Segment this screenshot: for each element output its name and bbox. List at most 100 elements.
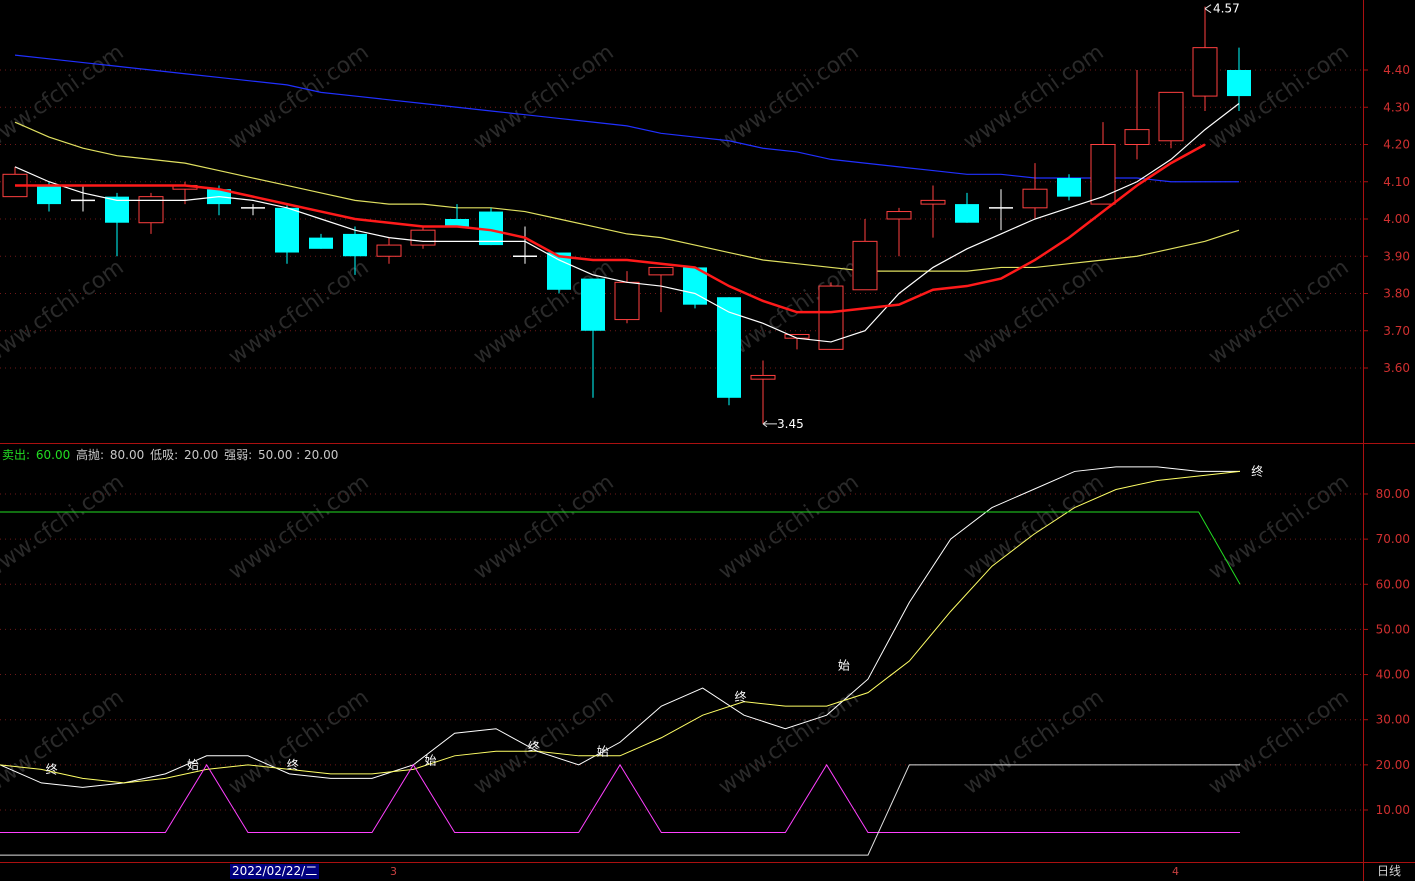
low-buy-label: 低吸: (150, 448, 182, 462)
candle-body (648, 266, 674, 276)
watermark-text: www.cfchi.com (959, 255, 1108, 370)
signal-marker: 终 (528, 739, 540, 754)
candle (1192, 6, 1218, 111)
indicator-tick-label: 50.00 (1376, 622, 1410, 636)
watermark-text: www.cfchi.com (224, 40, 373, 155)
candle-body (309, 237, 333, 249)
stock-chart[interactable]: 4.40 4.30 4.20 4.10 4.00 3.90 3.80 3.70 3.60 80.0… (0, 0, 1415, 881)
candle-body (37, 185, 61, 205)
high-price-label: 4.57 (1213, 2, 1240, 16)
candle-body (343, 233, 367, 257)
watermark-text: www.cfchi.com (0, 40, 129, 155)
candle-body (614, 281, 640, 321)
watermark-text: www.cfchi.com (0, 685, 129, 800)
signal-marker: 终 (46, 761, 58, 776)
price-tick-label: 4.20 (1383, 138, 1410, 152)
candle (1090, 122, 1116, 205)
candle (920, 185, 946, 238)
watermark-text: www.cfchi.com (0, 470, 129, 585)
candle (989, 189, 1013, 231)
period-label[interactable]: 日线 (1377, 864, 1401, 879)
price-tick-label: 4.30 (1383, 100, 1410, 114)
candle (513, 226, 537, 264)
watermark-text: www.cfchi.com (469, 40, 618, 155)
watermark-text: www.cfchi.com (469, 470, 618, 585)
sell-value: 60.00 (35, 448, 71, 462)
signal-marker: 始 (597, 744, 609, 758)
sell-label: 卖出: (2, 448, 34, 462)
indicator-tick-label: 80.00 (1376, 487, 1410, 501)
candle (479, 207, 503, 246)
price-tick-label: 3.70 (1383, 324, 1410, 338)
candle (614, 271, 640, 324)
candle (717, 297, 741, 406)
strength-label: 强弱: (224, 448, 256, 462)
candle-body (852, 240, 878, 291)
candle-body (818, 285, 844, 350)
cursor-date: 2022/02/22/二 (230, 864, 320, 879)
candle-body (1192, 47, 1218, 97)
month-label-4: 4 (1172, 865, 1179, 878)
watermark-text: www.cfchi.com (959, 40, 1108, 155)
watermark-text: www.cfchi.com (959, 685, 1108, 800)
candle (138, 192, 164, 234)
candle (581, 278, 605, 398)
watermark-text: www.cfchi.com (224, 470, 373, 585)
price-tick-label: 3.80 (1383, 287, 1410, 301)
candle (71, 185, 95, 212)
candle-body (955, 204, 979, 223)
indicator-tick-label: 40.00 (1376, 668, 1410, 682)
strength-value: 50.00 : 20.00 (258, 448, 339, 462)
watermark-text: www.cfchi.com (714, 40, 863, 155)
candle (275, 204, 299, 264)
candle-body (275, 207, 299, 253)
candle-body (1090, 144, 1116, 205)
watermark-text: www.cfchi.com (1204, 470, 1353, 585)
candle-body (920, 199, 946, 205)
price-tick-label: 4.10 (1383, 175, 1410, 189)
candle (410, 226, 436, 249)
watermark-text: www.cfchi.com (224, 255, 373, 370)
candle (955, 192, 979, 223)
candle-body (1124, 129, 1150, 146)
candle (886, 207, 912, 257)
candle (784, 333, 810, 350)
signal-marker: 终 (287, 757, 299, 772)
signal-marker: 终 (1251, 463, 1263, 478)
candle (1022, 163, 1048, 219)
candle (750, 360, 776, 424)
candle-body (1227, 70, 1251, 97)
candle (547, 252, 571, 294)
candle-body (376, 244, 402, 257)
indicator-tick-label: 20.00 (1376, 758, 1410, 772)
candle-body (1158, 91, 1184, 142)
watermark-layer: www.cfchi.com www.cfchi.com www.cfchi.com w… (0, 40, 1354, 800)
price-tick-label: 3.90 (1383, 249, 1410, 263)
watermark-text: www.cfchi.com (1204, 685, 1353, 800)
candle (105, 192, 129, 257)
ma-red-line (15, 143, 1206, 314)
price-tick-label: 4.40 (1383, 63, 1410, 77)
indicator-tick-label: 30.00 (1376, 713, 1410, 727)
watermark-text: www.cfchi.com (1204, 255, 1353, 370)
candle (1158, 91, 1184, 149)
candle (1227, 47, 1251, 111)
candle (1057, 174, 1081, 201)
candle (2, 166, 28, 198)
price-tick-label: 3.60 (1383, 361, 1410, 375)
signal-marker: 始 (425, 753, 437, 767)
candle (309, 233, 333, 249)
watermark-text: www.cfchi.com (224, 685, 373, 800)
signal-marker: 始 (187, 758, 199, 772)
low-arrow (762, 420, 777, 428)
low-price-label: 3.45 (777, 417, 804, 431)
candle (683, 267, 707, 309)
high-sell-value: 80.00 (109, 448, 145, 462)
watermark-text: www.cfchi.com (469, 685, 618, 800)
candle (1124, 70, 1150, 160)
candle (648, 266, 674, 313)
signal-marker: 终 (735, 689, 747, 704)
candle-body (1022, 188, 1048, 209)
candle-body (886, 211, 912, 220)
watermark-text: www.cfchi.com (1204, 40, 1353, 155)
